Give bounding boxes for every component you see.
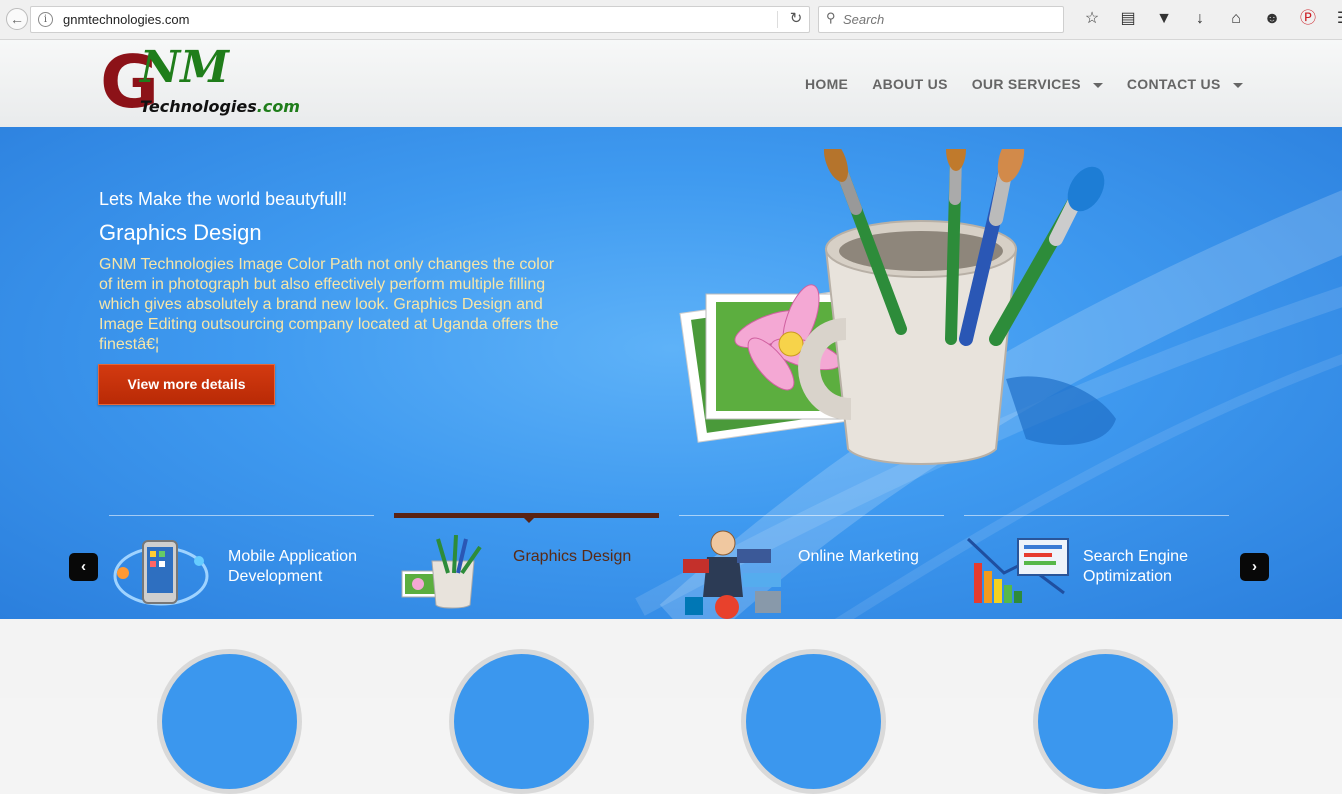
carousel-prev-button[interactable]: ‹ (69, 553, 98, 581)
pinterest-icon[interactable]: Ⓟ (1290, 8, 1326, 30)
view-more-details-button[interactable]: View more details (98, 364, 275, 405)
search-icon: ⚲ (826, 10, 836, 25)
service-label: Search Engine Optimization (1083, 548, 1188, 585)
paint-brushes-icon (401, 535, 482, 609)
browser-search[interactable]: ⚲ (818, 6, 1064, 33)
feature-globe-icon[interactable] (1033, 649, 1178, 794)
service-divider (964, 515, 1229, 516)
feature-network-icon[interactable] (449, 649, 594, 794)
service-mobile-app[interactable]: Mobile Application Development (109, 527, 374, 619)
site-header: G NM Technologies.com HOME ABOUT US OUR … (0, 40, 1342, 127)
main-nav: HOME ABOUT US OUR SERVICES CONTACT US (805, 76, 1267, 92)
logo-tagline: Technologies.com (140, 97, 300, 116)
hero-tagline: Lets Make the world beautyfull! (99, 189, 348, 209)
chat-icon[interactable]: ☻ (1254, 8, 1290, 30)
nav-contact-us[interactable]: CONTACT US (1127, 76, 1243, 92)
download-icon[interactable]: ↓ (1182, 8, 1218, 30)
nav-home-label: HOME (805, 76, 849, 92)
nav-services-label: OUR SERVICES (971, 76, 1081, 92)
service-label: Online Marketing (798, 548, 919, 565)
back-arrow-icon[interactable]: ← (6, 8, 28, 30)
service-divider (679, 515, 944, 516)
hero-description: GNM Technologies Image Color Path not on… (99, 256, 559, 353)
social-marketing-icon (683, 530, 781, 619)
service-divider (109, 515, 374, 516)
reload-icon[interactable]: ↻ (785, 9, 807, 29)
paint-cup-illustration (679, 149, 1116, 465)
service-graphics-design[interactable]: Graphics Design (394, 527, 659, 619)
reading-list-icon[interactable]: ▤ (1110, 8, 1146, 30)
site-logo[interactable]: G NM Technologies.com (100, 40, 300, 124)
hero-title: Graphics Design (99, 220, 262, 245)
toolbar-icons: ☆ ▤ ▼ ↓ ⌂ ☻ Ⓟ ☰ (1074, 8, 1342, 32)
logo-suffix: .com (256, 97, 300, 116)
feature-monitor-icon[interactable] (157, 649, 302, 794)
logo-tagline-text: Technologies (140, 97, 257, 116)
nav-about-us[interactable]: ABOUT US (872, 76, 948, 92)
bookmark-star-icon[interactable]: ☆ (1074, 8, 1110, 30)
mobile-app-icon (113, 540, 209, 606)
nav-our-services[interactable]: OUR SERVICES (972, 76, 1103, 92)
menu-icon[interactable]: ☰ (1326, 8, 1342, 30)
nav-home[interactable]: HOME (805, 76, 848, 92)
service-label: Graphics Design (513, 548, 632, 565)
nav-about-label: ABOUT US (872, 76, 948, 92)
seo-chart-icon (966, 537, 1069, 603)
hero-slider: Lets Make the world beautyfull! Graphics… (0, 127, 1342, 619)
carousel-next-button[interactable]: › (1240, 553, 1269, 581)
service-label: Mobile Application Development (228, 548, 357, 585)
url-text[interactable]: gnmtechnologies.com (63, 12, 189, 27)
feature-user-icon[interactable] (741, 649, 886, 794)
divider (777, 11, 778, 28)
nav-contact-label: CONTACT US (1126, 76, 1221, 92)
features-section (0, 619, 1342, 794)
search-input[interactable] (843, 10, 1053, 29)
home-icon[interactable]: ⌂ (1218, 8, 1254, 30)
browser-toolbar: ← i gnmtechnologies.com ↻ ⚲ ☆ ▤ ▼ ↓ ⌂ ☻ … (0, 0, 1342, 40)
address-bar[interactable]: i gnmtechnologies.com ↻ (30, 6, 810, 33)
service-online-marketing[interactable]: Online Marketing (679, 527, 944, 619)
info-icon[interactable]: i (38, 12, 53, 27)
caret-down-icon (1092, 82, 1103, 88)
logo-letters-nm: NM (140, 42, 229, 93)
pocket-icon[interactable]: ▼ (1146, 8, 1182, 30)
service-seo[interactable]: Search Engine Optimization (964, 527, 1229, 619)
caret-down-icon (1232, 82, 1243, 88)
active-pointer-icon (524, 518, 534, 523)
